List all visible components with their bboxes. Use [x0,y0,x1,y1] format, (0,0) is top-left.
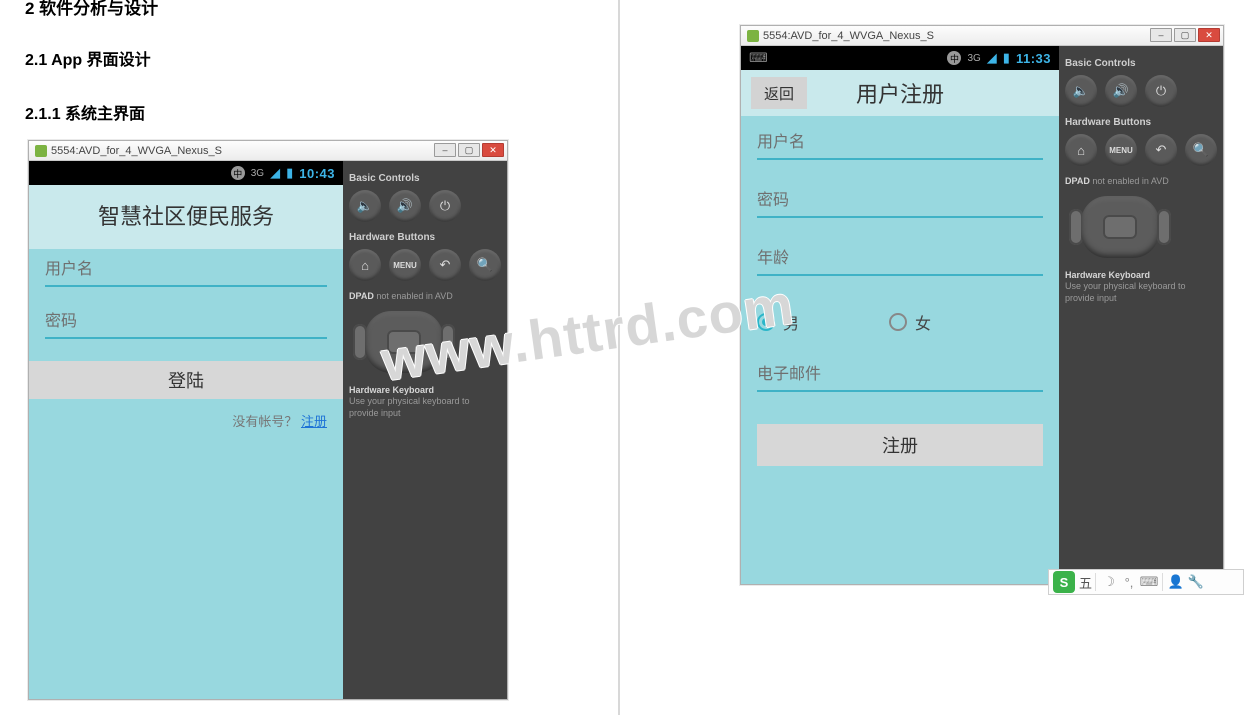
status-clock: 10:43 [299,166,335,181]
ime-toolbar[interactable]: S 五 ☽ °, ⌨ 👤 🔧 [1048,569,1244,595]
basic-controls-label: Basic Controls [349,173,501,184]
power-button[interactable]: ⏻ [1145,75,1177,107]
dpad-label: DPAD [1065,176,1090,186]
login-button[interactable]: 登陆 [29,361,343,399]
volume-down-button[interactable]: 🔈 [349,190,381,222]
battery-icon: ▮ [1003,50,1010,66]
hw-keyboard-note: Hardware Keyboard Use your physical keyb… [349,385,501,420]
back-button[interactable]: ↶ [429,249,461,281]
ime-mode-label[interactable]: 五 [1079,573,1092,592]
dpad-label-row: DPAD not enabled in AVD [1065,176,1217,188]
ime-indicator-icon: 中 [231,166,245,180]
android-icon [747,30,759,42]
register-row: 没有帐号？ 注册 [45,399,327,430]
network-3g-icon: 3G [967,53,980,64]
section-2-1-1-heading: 2.1.1 系统主界面 [25,100,145,124]
ime-indicator-icon: 中 [947,51,961,65]
radio-unchecked-icon [889,313,907,331]
ime-moon-icon[interactable]: ☽ [1099,574,1119,590]
battery-icon: ▮ [286,165,293,181]
emulator-titlebar[interactable]: 5554:AVD_for_4_WVGA_Nexus_S – ▢ ✕ [29,141,507,161]
emulator-window-register: 5554:AVD_for_4_WVGA_Nexus_S – ▢ ✕ ⌨ 中 3G… [740,25,1224,585]
age-input[interactable] [757,246,1043,276]
gender-male-label: 男 [783,310,799,334]
volume-down-button[interactable]: 🔈 [1065,75,1097,107]
android-status-bar: ⌨ 中 3G ◢ ▮ 11:33 [741,46,1059,70]
emulator-control-panel: Basic Controls 🔈 🔊 ⏻ Hardware Buttons ⌂ … [343,161,507,699]
volume-up-button[interactable]: 🔊 [1105,75,1137,107]
emulator-titlebar[interactable]: 5554:AVD_for_4_WVGA_Nexus_S – ▢ ✕ [741,26,1223,46]
emulator-title: 5554:AVD_for_4_WVGA_Nexus_S [763,30,934,42]
window-minimize-button[interactable]: – [1150,28,1172,42]
radio-checked-icon [757,313,775,331]
signal-icon: ◢ [987,50,997,66]
section-2-1-heading: 2.1 App 界面设计 [25,46,151,70]
hw-keyboard-label: Hardware Keyboard [349,385,501,397]
hw-keyboard-label: Hardware Keyboard [1065,270,1217,282]
hw-keyboard-hint: Use your physical keyboard to provide in… [349,396,470,418]
window-close-button[interactable]: ✕ [482,143,504,157]
emulator-title: 5554:AVD_for_4_WVGA_Nexus_S [51,145,222,157]
email-input[interactable] [757,362,1043,392]
dpad[interactable] [1065,192,1175,262]
app-title: 智慧社区便民服务 [29,185,343,249]
ime-settings-icon[interactable]: 🔧 [1186,574,1206,590]
search-button[interactable]: 🔍 [1185,134,1217,166]
menu-button[interactable]: MENU [389,249,421,281]
username-input[interactable] [757,130,1043,160]
section-2-heading: 2 软件分析与设计 [25,0,158,19]
ime-keyboard-icon[interactable]: ⌨ [1139,574,1159,590]
sogou-ime-icon[interactable]: S [1053,571,1075,593]
gender-male-radio[interactable]: 男 [757,310,799,334]
home-button[interactable]: ⌂ [1065,134,1097,166]
hardware-buttons-label: Hardware Buttons [349,232,501,243]
gender-radio-group: 男 女 [757,310,1043,334]
dpad-label-row: DPAD not enabled in AVD [349,291,501,303]
emulator-window-login: 5554:AVD_for_4_WVGA_Nexus_S – ▢ ✕ 中 3G ◢… [28,140,508,700]
ime-separator [1162,573,1163,591]
emulator-control-panel: Basic Controls 🔈 🔊 ⏻ Hardware Buttons ⌂ … [1059,46,1223,584]
window-maximize-button[interactable]: ▢ [1174,28,1196,42]
gender-female-label: 女 [915,310,931,334]
dpad-disabled-text: not enabled in AVD [376,291,452,301]
status-clock: 11:33 [1016,51,1051,66]
signal-icon: ◢ [270,165,280,181]
register-link[interactable]: 注册 [301,414,327,429]
ime-separator [1095,573,1096,591]
network-3g-icon: 3G [251,168,264,179]
dpad-label: DPAD [349,291,374,301]
ime-punct-icon[interactable]: °, [1119,575,1139,590]
register-submit-button[interactable]: 注册 [757,424,1043,466]
ime-user-icon[interactable]: 👤 [1166,574,1186,590]
menu-button[interactable]: MENU [1105,134,1137,166]
password-input[interactable] [757,188,1043,218]
hw-keyboard-note: Hardware Keyboard Use your physical keyb… [1065,270,1217,305]
hardware-buttons-label: Hardware Buttons [1065,117,1217,128]
volume-up-button[interactable]: 🔊 [389,190,421,222]
dpad[interactable] [349,307,459,377]
window-minimize-button[interactable]: – [434,143,456,157]
power-button[interactable]: ⏻ [429,190,461,222]
gender-female-radio[interactable]: 女 [889,310,931,334]
no-account-text: 没有帐号？ [232,414,297,429]
search-button[interactable]: 🔍 [469,249,501,281]
android-icon [35,145,47,157]
home-button[interactable]: ⌂ [349,249,381,281]
soft-keyboard-icon: ⌨ [749,50,768,66]
dpad-disabled-text: not enabled in AVD [1092,176,1168,186]
username-input[interactable] [45,257,327,287]
window-close-button[interactable]: ✕ [1198,28,1220,42]
basic-controls-label: Basic Controls [1065,58,1217,69]
back-button[interactable]: ↶ [1145,134,1177,166]
hw-keyboard-hint: Use your physical keyboard to provide in… [1065,281,1186,303]
password-input[interactable] [45,309,327,339]
android-status-bar: 中 3G ◢ ▮ 10:43 [29,161,343,185]
back-button[interactable]: 返回 [751,77,807,109]
window-maximize-button[interactable]: ▢ [458,143,480,157]
